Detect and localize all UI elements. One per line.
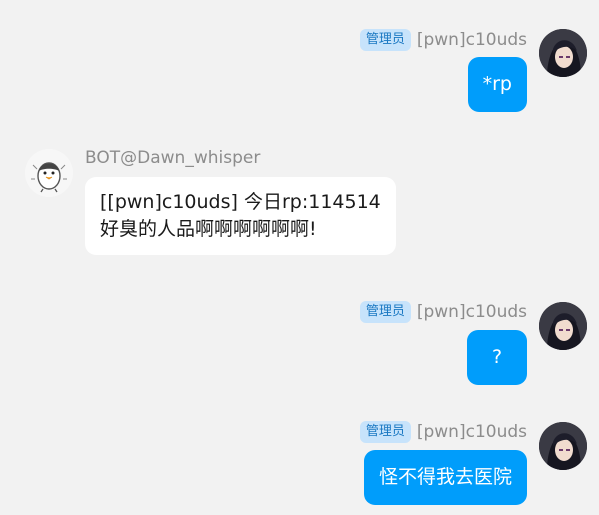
role-badge: 管理员: [359, 29, 411, 51]
role-badge: 管理员: [359, 421, 411, 443]
message-bubble[interactable]: ?: [467, 330, 527, 385]
user-avatar-icon[interactable]: [539, 422, 587, 470]
role-badge: 管理员: [359, 301, 411, 323]
message-header: BOT@Dawn_whisper: [85, 148, 260, 168]
bot-avatar-icon[interactable]: [25, 149, 73, 197]
message-header: 管理员 [pwn]c10uds: [359, 301, 527, 323]
sender-name[interactable]: BOT@Dawn_whisper: [85, 148, 260, 168]
message-line: [[pwn]c10uds] 今日rp:114514: [100, 191, 381, 213]
message-bubble[interactable]: [[pwn]c10uds] 今日rp:114514 好臭的人品啊啊啊啊啊啊!: [85, 177, 396, 255]
user-avatar-icon[interactable]: [539, 29, 587, 77]
sender-name[interactable]: [pwn]c10uds: [417, 422, 527, 442]
message-bubble[interactable]: *rp: [467, 57, 527, 112]
user-avatar-icon[interactable]: [539, 302, 587, 350]
sender-name[interactable]: [pwn]c10uds: [417, 302, 527, 322]
message-line: 好臭的人品啊啊啊啊啊啊!: [100, 218, 317, 240]
sender-name[interactable]: [pwn]c10uds: [417, 30, 527, 50]
message-bubble[interactable]: 怪不得我去医院: [363, 450, 527, 505]
message-header: 管理员 [pwn]c10uds: [359, 29, 527, 51]
message-header: 管理员 [pwn]c10uds: [359, 421, 527, 443]
